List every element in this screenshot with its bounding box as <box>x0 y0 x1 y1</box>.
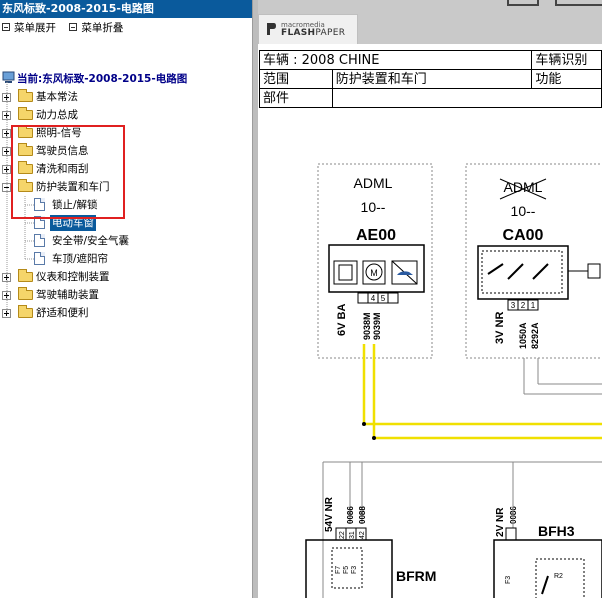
module-code: BFRM <box>396 568 436 584</box>
scope-label: 范围 <box>259 69 333 89</box>
tree-pane: 东风标致-2008-2015-电路图 菜单展开 菜单折叠 当前:东风标致-200… <box>0 0 253 598</box>
module-ae00: ADML 10-- AE00 M 4 5 6V BA 9038M 9039M <box>317 163 433 359</box>
logo-big-text: FLASHPAPER <box>281 28 346 38</box>
svg-text:F5: F5 <box>343 566 350 574</box>
document-viewer: macromedia FLASHPAPER 车辆 : 2008 CHINE 车辆… <box>258 0 602 598</box>
module-code: AE00 <box>356 227 396 244</box>
collapse-icon <box>69 23 78 31</box>
collapse-all-button[interactable]: 菜单折叠 <box>69 18 123 38</box>
wire-label: 9038M <box>362 312 372 340</box>
flashpaper-logo-icon <box>267 23 276 35</box>
collapse-all-label: 菜单折叠 <box>81 22 124 34</box>
wire-label: 0086 <box>346 506 355 524</box>
years-label: 10-- <box>511 203 536 219</box>
svg-text:22: 22 <box>339 531 346 539</box>
scope-value: 防护装置和车门 <box>331 69 533 89</box>
module-code: BFH3 <box>538 523 575 539</box>
pin-label: 1 <box>531 301 536 310</box>
svg-text:31: 31 <box>349 531 356 539</box>
tree-item-label: 车顶/遮阳帘 <box>52 253 109 265</box>
tree-item-label: 安全带/安全气囊 <box>52 235 130 247</box>
svg-text:R2: R2 <box>554 573 563 580</box>
condition-label: ADML <box>504 179 543 195</box>
module-ca00: ADML 10-- CA00 3 2 1 3V NR 1050A 8292A <box>465 163 602 395</box>
module-code: CA00 <box>503 227 544 244</box>
car-icon <box>397 271 413 275</box>
svg-text:F7: F7 <box>335 566 342 574</box>
svg-text:F3: F3 <box>505 576 512 584</box>
pin-label: 2 <box>521 301 526 310</box>
wire-label: 8292A <box>530 322 540 349</box>
key-icon <box>587 263 601 279</box>
vehicle-cell: 车辆 : 2008 CHINE <box>258 50 533 70</box>
wire-label: 1050A <box>518 322 528 349</box>
module-bfrm: 54V NR 0086 0088 22 31 42 F7 F5 F3 BFRM <box>305 496 436 598</box>
document-header-table: 车辆 : 2008 CHINE 车辆识别 范围 防护装置和车门 功能 部件 <box>258 50 602 108</box>
wiring-diagram: ADML 10-- AE00 M 4 5 6V BA 9038M 9039M A… <box>305 163 602 598</box>
viewer-toolbar: macromedia FLASHPAPER <box>258 0 602 44</box>
pin-label: 5 <box>381 294 386 303</box>
vehicle-id-label: 车辆识别 <box>531 50 602 70</box>
supply-label: 54V NR <box>324 496 335 532</box>
svg-text:42: 42 <box>359 531 366 539</box>
wire-label: 0088 <box>358 506 367 524</box>
module-bfh3: 2V NR 0086 BFH3 F3 R2 <box>493 462 602 598</box>
toolbar-decor <box>555 0 602 6</box>
wire-label: 9039M <box>372 312 382 340</box>
supply-label: 6V BA <box>336 304 348 336</box>
document-page: 车辆 : 2008 CHINE 车辆识别 范围 防护装置和车门 功能 部件 AD… <box>258 44 602 598</box>
toolbar-decor <box>507 0 539 6</box>
condition-label: ADML <box>354 175 393 191</box>
highlight-annotation-box <box>11 125 125 219</box>
pin-label: 4 <box>371 294 376 303</box>
flashpaper-logo: macromedia FLASHPAPER <box>258 14 358 44</box>
supply-label: 3V NR <box>494 312 506 344</box>
pin-label: 3 <box>511 301 516 310</box>
years-label: 10-- <box>361 199 386 215</box>
svg-text:M: M <box>370 268 378 278</box>
function-label: 功能 <box>531 69 602 89</box>
svg-text:F3: F3 <box>351 566 358 574</box>
supply-label: 2V NR <box>495 507 506 537</box>
